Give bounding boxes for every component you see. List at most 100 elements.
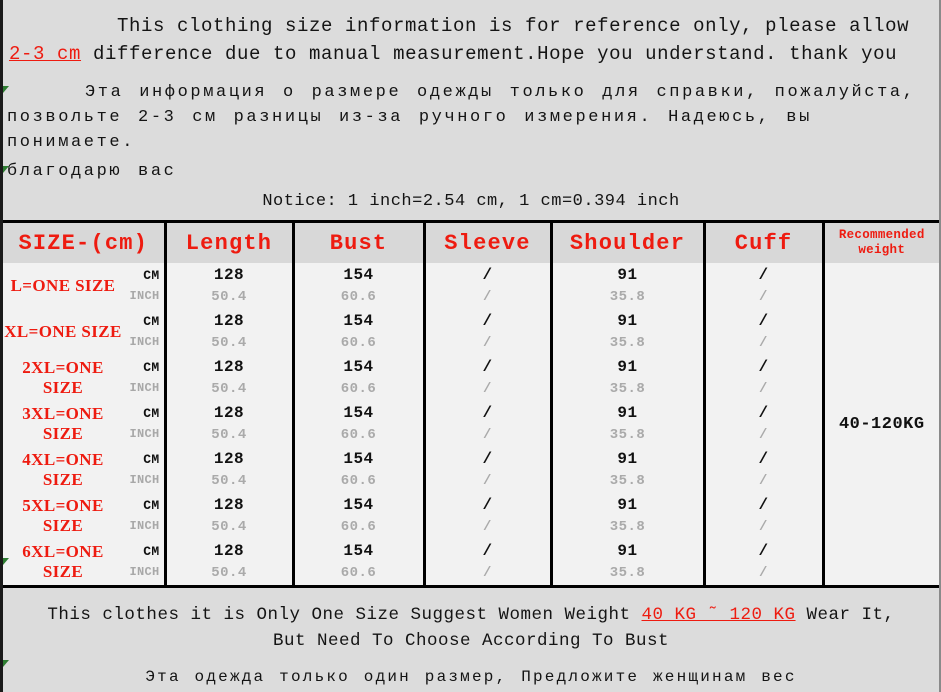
cuff-cm: / <box>758 496 769 514</box>
shoulder-cm: 91 <box>617 312 638 330</box>
shoulder-inch: 35.8 <box>609 519 646 535</box>
cell-length: 128 50.4 <box>165 309 295 355</box>
shoulder-cm: 91 <box>617 450 638 468</box>
cell-length: 128 50.4 <box>165 493 295 539</box>
length-cm: 128 <box>213 312 245 330</box>
cell-cuff: / / <box>704 447 825 493</box>
cell-shoulder: 91 35.8 <box>551 493 706 539</box>
table-row: L=ONE SIZE CM INCH 128 50.4 154 60.6 / /… <box>3 263 939 587</box>
size-label: 3XL=ONE SIZE <box>22 404 104 443</box>
sleeve-cm: / <box>482 358 493 376</box>
shoulder-inch: 35.8 <box>609 565 646 581</box>
sleeve-inch: / <box>483 473 492 489</box>
bottom-russian-line2: 52 КГ ˜ 120 КГWear It <box>3 688 939 692</box>
top-notice-block: This clothing size information is for re… <box>3 0 939 220</box>
shoulder-cm: 91 <box>617 542 638 560</box>
bust-cm: 154 <box>343 358 374 376</box>
sleeve-inch: / <box>483 289 492 305</box>
english-notice-part2: difference due to manual measurement.Hop… <box>81 43 898 65</box>
unit-stack: CM INCH <box>110 401 160 447</box>
sleeve-cm: / <box>482 450 493 468</box>
column-header-shoulder: Shoulder <box>551 221 706 263</box>
cuff-cm: / <box>758 266 769 284</box>
bust-inch: 60.6 <box>340 335 377 351</box>
cell-size: L=ONE SIZE CM INCH <box>3 263 167 309</box>
unit-stack: CM INCH <box>110 447 160 493</box>
shoulder-inch: 35.8 <box>609 289 646 305</box>
bust-cm: 154 <box>343 266 374 284</box>
unit-stack: CM INCH <box>110 539 160 585</box>
sleeve-cm: / <box>482 266 493 284</box>
cell-shoulder: 91 35.8 <box>551 447 706 493</box>
cell-bust: 154 60.6 <box>293 401 426 447</box>
cell-shoulder: 91 35.8 <box>551 539 706 587</box>
column-header-bust: Bust <box>293 221 426 263</box>
cuff-inch: / <box>759 335 768 351</box>
length-inch: 50.4 <box>211 519 247 535</box>
bust-cm: 154 <box>343 450 374 468</box>
unit-stack: CM INCH <box>110 493 160 539</box>
cuff-cm: / <box>758 404 769 422</box>
size-chart-table: SIZE-(cm) Length Bust Sleeve Shoulder Cu… <box>3 220 939 588</box>
shoulder-inch: 35.8 <box>609 473 646 489</box>
bust-cm: 154 <box>343 404 374 422</box>
cell-bust: 154 60.6 <box>293 539 426 587</box>
cuff-cm: / <box>758 450 769 468</box>
cell-bust: 154 60.6 <box>293 309 426 355</box>
bottom-english-line2-text: But Need To Choose According To Bust <box>272 631 670 651</box>
cuff-inch: / <box>759 381 768 397</box>
cell-shoulder: 91 35.8 <box>551 355 706 401</box>
cell-bust: 154 60.6 <box>293 493 426 539</box>
unit-label-cm: CM <box>143 498 160 513</box>
length-cm: 128 <box>213 496 245 514</box>
cell-cuff: / / <box>704 539 825 587</box>
sleeve-cm: / <box>482 312 493 330</box>
shoulder-inch: 35.8 <box>609 427 646 443</box>
size-label: XL=ONE SIZE <box>4 322 122 341</box>
size-label: 5XL=ONE SIZE <box>22 496 104 535</box>
bust-inch: 60.6 <box>340 427 377 443</box>
cell-shoulder: 91 35.8 <box>551 263 706 309</box>
sleeve-cm: / <box>482 404 493 422</box>
length-cm: 128 <box>213 266 245 284</box>
cell-bust: 154 60.6 <box>293 263 426 309</box>
cell-recommended-weight: 40-120KG <box>823 263 939 587</box>
unit-stack: CM INCH <box>110 309 160 355</box>
unit-label-inch: INCH <box>129 519 160 533</box>
bottom-russian-line1-text: Эта одежда только один размер, Предложит… <box>145 668 797 686</box>
table-row: 3XL=ONE SIZE CM INCH 128 50.4 154 60.6 / <box>3 401 939 447</box>
sleeve-inch: / <box>483 427 492 443</box>
size-label: 6XL=ONE SIZE <box>22 542 104 581</box>
unit-conversion-notice: Notice: 1 inch=2.54 cm, 1 cm=0.394 inch <box>3 186 939 220</box>
sleeve-inch: / <box>483 565 492 581</box>
cell-size: XL=ONE SIZE CM INCH <box>3 309 167 355</box>
cell-cuff: / / <box>704 493 825 539</box>
length-cm: 128 <box>213 450 245 468</box>
unit-label-cm: CM <box>143 544 160 559</box>
column-header-recommended-weight: Recommended weight <box>823 221 939 263</box>
unit-label-cm: CM <box>143 314 160 329</box>
size-label: 4XL=ONE SIZE <box>22 450 104 489</box>
length-inch: 50.4 <box>211 381 247 397</box>
cell-length: 128 50.4 <box>165 263 295 309</box>
unit-conversion-text: Notice: 1 inch=2.54 cm, 1 cm=0.394 inch <box>262 192 680 211</box>
shoulder-cm: 91 <box>617 496 638 514</box>
table-header-row: SIZE-(cm) Length Bust Sleeve Shoulder Cu… <box>3 221 939 263</box>
english-reference-notice: This clothing size information is for re… <box>3 0 939 68</box>
cell-size: 5XL=ONE SIZE CM INCH <box>3 493 167 539</box>
column-header-length: Length <box>165 221 295 263</box>
russian-notice-text: Эта информация о размере одежды только д… <box>7 83 916 152</box>
cuff-inch: / <box>759 565 768 581</box>
length-inch: 50.4 <box>211 473 247 489</box>
cell-length: 128 50.4 <box>165 355 295 401</box>
russian-thanks-line: благодарю вас <box>3 159 939 186</box>
cell-shoulder: 91 35.8 <box>551 309 706 355</box>
table-body: L=ONE SIZE CM INCH 128 50.4 154 60.6 / /… <box>3 263 939 587</box>
shoulder-cm: 91 <box>617 358 638 376</box>
cell-sleeve: / / <box>424 539 553 587</box>
cell-shoulder: 91 35.8 <box>551 401 706 447</box>
bottom-english-weight-highlight: 40 KG ˜ 120 KG <box>641 605 796 625</box>
bottom-english-part2: Wear It, <box>795 605 895 625</box>
length-cm: 128 <box>213 404 245 422</box>
table-row: XL=ONE SIZE CM INCH 128 50.4 154 60.6 / <box>3 309 939 355</box>
